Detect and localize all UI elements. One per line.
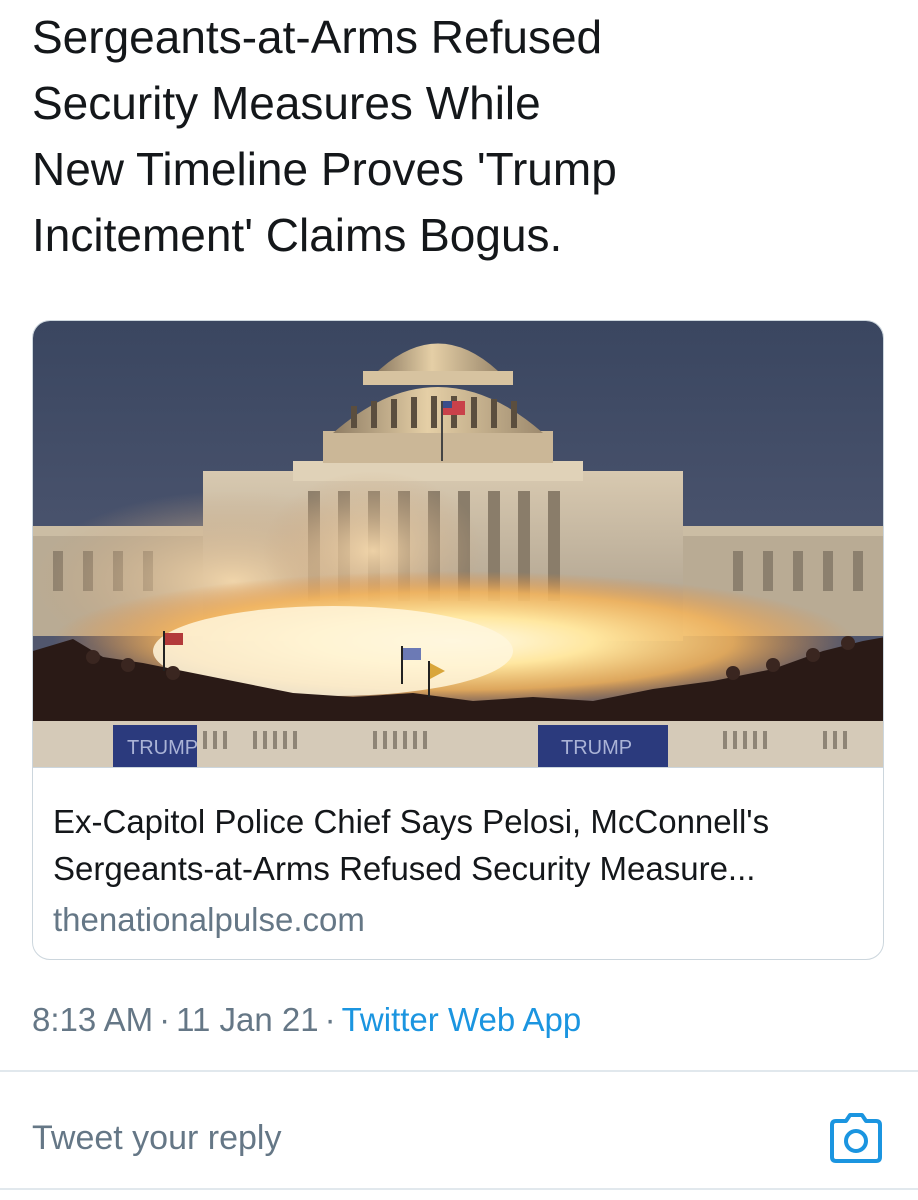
divider xyxy=(0,1188,918,1190)
tweet-meta: 8:13 AM · 11 Jan 21 · Twitter Web App xyxy=(32,994,581,1046)
tweet-time: 8:13 AM xyxy=(32,1001,154,1038)
reply-input[interactable] xyxy=(32,1110,792,1166)
banner-text-left: TRUMP xyxy=(127,737,198,759)
link-card[interactable]: TRUMP TRUMP Ex-Capitol Police Chief Says… xyxy=(32,320,884,960)
tweet-date: 11 Jan 21 xyxy=(176,1001,319,1038)
card-title[interactable]: Ex-Capitol Police Chief Says Pelosi, McC… xyxy=(53,798,865,892)
meta-separator: · xyxy=(159,1001,171,1038)
banner-text-right: TRUMP xyxy=(561,737,632,759)
camera-icon[interactable] xyxy=(826,1108,886,1168)
meta-separator: · xyxy=(324,1001,336,1038)
tweet-text: Sergeants-at-Arms Refused Security Measu… xyxy=(32,11,617,261)
card-image[interactable]: TRUMP TRUMP xyxy=(33,321,884,767)
tweet-source-link[interactable]: Twitter Web App xyxy=(342,1001,582,1038)
card-body[interactable]: Ex-Capitol Police Chief Says Pelosi, McC… xyxy=(33,767,883,959)
card-domain: thenationalpulse.com xyxy=(53,901,365,938)
reply-bar xyxy=(0,1072,918,1188)
